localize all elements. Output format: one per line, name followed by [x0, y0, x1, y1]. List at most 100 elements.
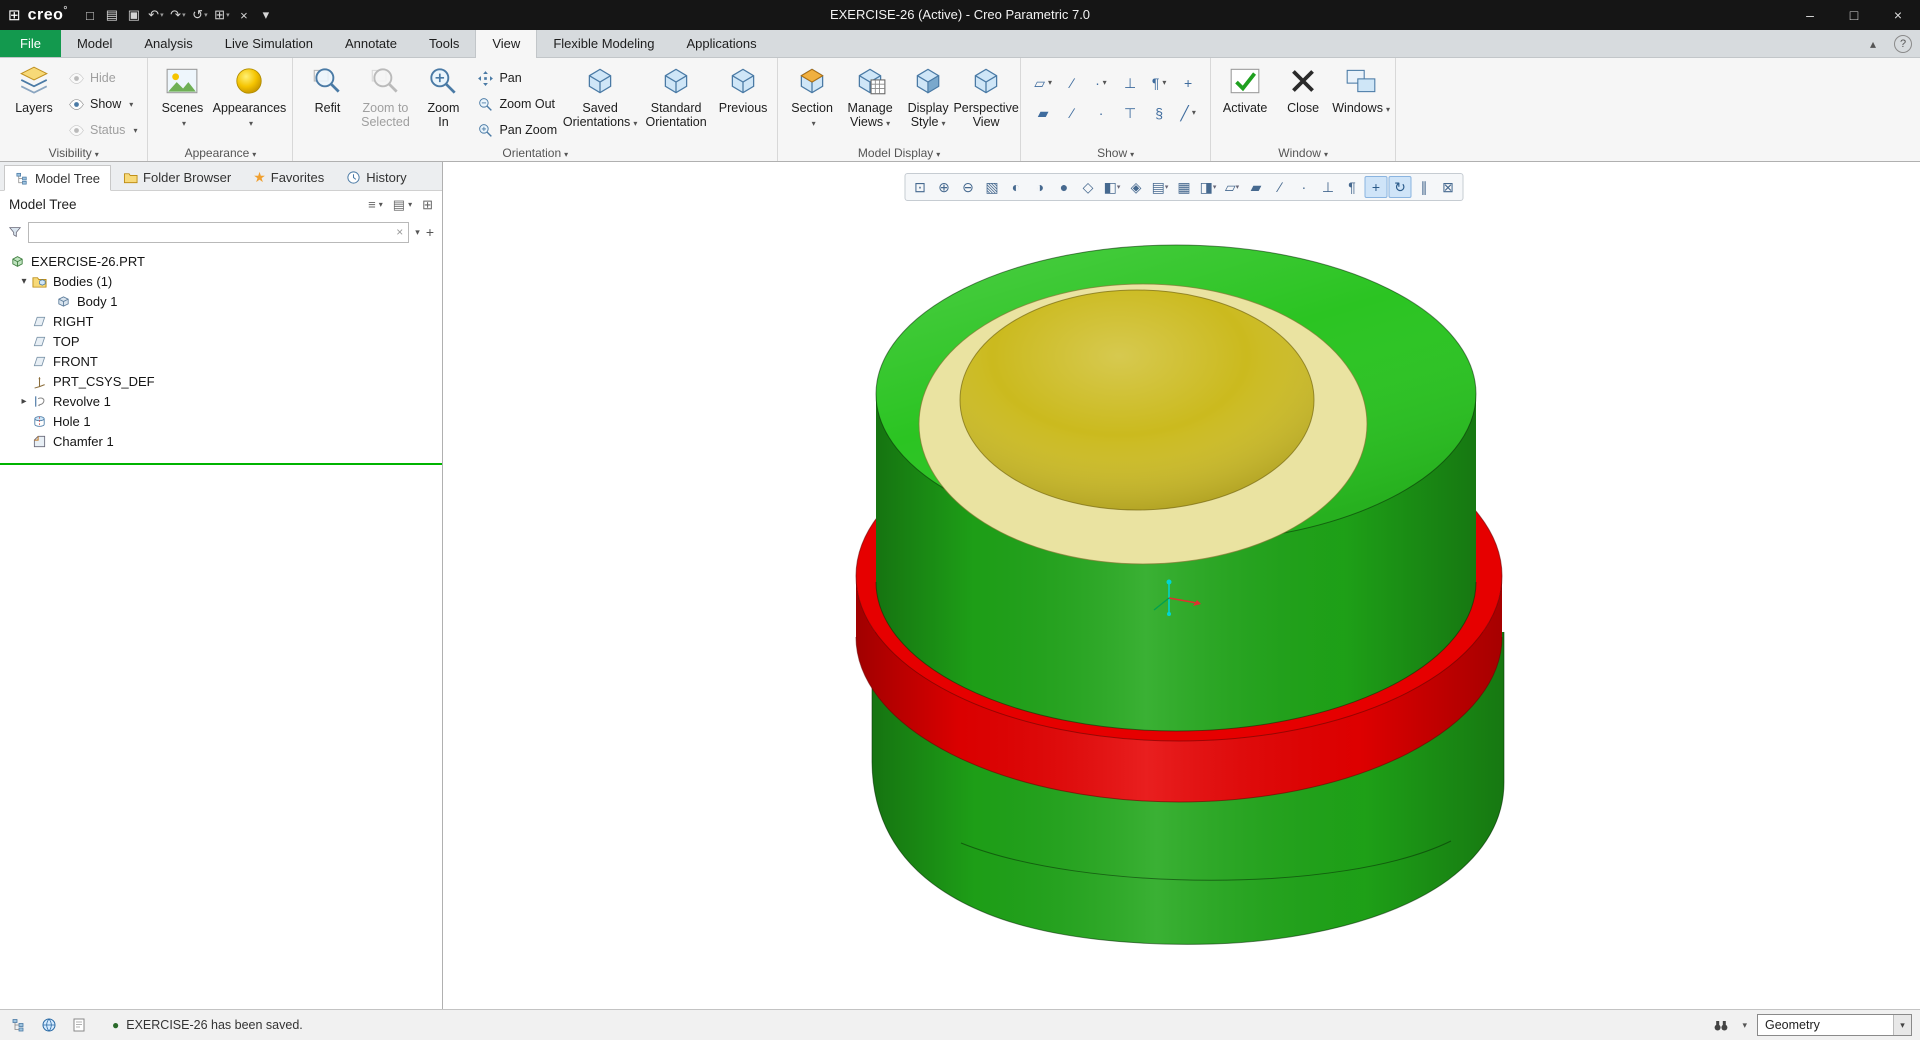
pause-button[interactable]: ∥ [1413, 176, 1436, 198]
axis-display-button[interactable]: ∕ [1059, 69, 1085, 96]
new-file-button[interactable]: □ [80, 3, 100, 27]
zoom-in-button[interactable]: Zoom In [414, 61, 472, 130]
point-tag-display-button[interactable]: · [1088, 99, 1114, 126]
tab-model[interactable]: Model [61, 30, 128, 57]
web-browser-icon[interactable] [38, 1014, 60, 1036]
clear-search-icon[interactable]: × [396, 225, 403, 239]
perspective-button[interactable]: ◈ [1125, 176, 1148, 198]
shade-with-edges-button[interactable]: ◐ [1005, 176, 1028, 198]
spin-center-button[interactable]: + [1175, 69, 1201, 96]
datum-display-filters-button[interactable]: ▱ ▾ [1221, 176, 1244, 198]
view-manager-button[interactable]: ▦ [1173, 176, 1196, 198]
annotation-display-button[interactable]: ¶ ▾ [1146, 69, 1172, 96]
zoom-to-selected-button[interactable]: Zoom to Selected [356, 61, 414, 130]
spin-center-button[interactable]: + [1364, 176, 1388, 198]
tab-annotate[interactable]: Annotate [329, 30, 413, 57]
axis-display-button[interactable]: ∕ [1269, 176, 1292, 198]
tree-display-button[interactable]: ▤ ▾ [393, 197, 412, 213]
tab-folder-browser[interactable]: Folder Browser [113, 164, 241, 190]
help-icon[interactable]: ? [1894, 35, 1912, 53]
tab-model-tree[interactable]: Model Tree [4, 165, 112, 191]
customize-toolbar-button[interactable]: ▾ [256, 3, 276, 27]
repaint-button[interactable]: ▧ [981, 176, 1004, 198]
point-display-button[interactable]: ∙ [1293, 176, 1316, 198]
viewport[interactable]: ⊡ ⊕ ⊖ ▧ ◐ ◑ ● ◇ ◧ ▾ ◈ ▤ ▾ ▦ ◨ ▾ ▱ ▾ ▰ ∕ ∙ ⊥ ¶ + ↻ ∥ ⊠ [443, 162, 1920, 1009]
zoom-in-button[interactable]: ⊕ [933, 176, 956, 198]
tab-tools[interactable]: Tools [413, 30, 475, 57]
shaded-button[interactable]: ● [1053, 176, 1076, 198]
status-button[interactable]: Status ▾ [63, 118, 142, 142]
add-filter-icon[interactable]: + [426, 224, 434, 240]
tab-file[interactable]: File [0, 30, 61, 57]
zoom-out-button[interactable]: ⊖ [957, 176, 980, 198]
tab-history[interactable]: History [336, 164, 416, 190]
search-tool-icon[interactable] [1710, 1014, 1732, 1036]
tab-flexible-modeling[interactable]: Flexible Modeling [537, 30, 670, 57]
close-window-button[interactable]: × [234, 3, 254, 27]
windows-switch-button[interactable]: ⊞ ▾ [212, 3, 232, 27]
pan-button[interactable]: Pan [472, 66, 562, 90]
ribbon-group-label-window[interactable]: Window ▾ [1211, 146, 1395, 160]
search-tool-dropdown-icon[interactable]: ▾ [1742, 1020, 1747, 1031]
tree-settings-button[interactable]: ≡ ▾ [368, 197, 383, 213]
tree-item-right[interactable]: RIGHT [0, 311, 442, 331]
regenerate-button[interactable]: ↺ ▾ [190, 3, 210, 27]
show-button[interactable]: Show ▾ [63, 92, 142, 116]
tree-item-hole-1[interactable]: Hole 1 [0, 411, 442, 431]
plane-display-button[interactable]: ▱ ▾ [1030, 69, 1056, 96]
annotation-display-button[interactable]: ¶ [1341, 176, 1364, 198]
minimize-ribbon-icon[interactable]: ▴ [1864, 35, 1882, 53]
tab-applications[interactable]: Applications [670, 30, 772, 57]
orient-mode-button[interactable]: ↻ [1388, 176, 1412, 198]
tab-live-simulation[interactable]: Live Simulation [209, 30, 329, 57]
standard-orientation-button[interactable]: Standard Orientation [638, 61, 714, 130]
hide-button[interactable]: Hide [63, 66, 142, 90]
tab-analysis[interactable]: Analysis [128, 30, 208, 57]
clip-button[interactable]: ⊠ [1437, 176, 1460, 198]
app-menu-icon[interactable]: ⊞ [8, 6, 21, 24]
point-display-button[interactable]: ∙ ▾ [1088, 69, 1114, 96]
maximize-button[interactable]: □ [1832, 0, 1876, 30]
tree-item-bodies-1-[interactable]: ▾ Bodies (1) [0, 271, 442, 291]
tree-item-front[interactable]: FRONT [0, 351, 442, 371]
layers-button[interactable]: Layers [5, 61, 63, 115]
saved-orientations-button[interactable]: ▤ ▾ [1149, 176, 1172, 198]
ribbon-group-label-model-display[interactable]: Model Display ▾ [778, 146, 1020, 160]
search-dropdown-icon[interactable]: ▾ [415, 227, 420, 238]
axis-tag-display-button[interactable]: ∕ [1059, 99, 1085, 126]
manage-views-button[interactable]: Manage Views ▾ [841, 61, 899, 130]
scenes-button[interactable]: Scenes ▾ [153, 61, 211, 130]
section-button[interactable]: ◨ ▾ [1197, 176, 1220, 198]
tree-item-chamfer-1[interactable]: Chamfer 1 [0, 431, 442, 451]
display-style-button[interactable]: Display Style ▾ [899, 61, 957, 130]
saved-orientations-button[interactable]: Saved Orientations ▾ [562, 61, 638, 130]
csys-display-button[interactable]: ⊥ [1317, 176, 1340, 198]
expander-icon[interactable]: ▾ [16, 276, 32, 287]
minimize-button[interactable]: – [1788, 0, 1832, 30]
note-display-button[interactable]: § [1146, 99, 1172, 126]
navigator-toggle-icon[interactable] [8, 1014, 30, 1036]
model-canvas[interactable] [443, 162, 1920, 1009]
refit-button[interactable]: ⊡ [909, 176, 932, 198]
tree-expand-all-button[interactable]: ⊞ [422, 197, 433, 213]
activate-button[interactable]: Activate [1216, 61, 1274, 115]
display-style-button[interactable]: ◧ ▾ [1101, 176, 1124, 198]
close-button[interactable]: × [1876, 0, 1920, 30]
close-button[interactable]: Close [1274, 61, 1332, 115]
pan-zoom-button[interactable]: Pan Zoom [472, 118, 562, 142]
tree-item-body-1[interactable]: Body 1 [0, 291, 442, 311]
previous-button[interactable]: Previous [714, 61, 772, 115]
plane-display-button[interactable]: ▰ [1245, 176, 1268, 198]
windows-button[interactable]: Windows ▾ [1332, 61, 1390, 115]
model-part-exercise-26[interactable] [855, 244, 1505, 945]
redo-button[interactable]: ↷ ▾ [168, 3, 188, 27]
ribbon-group-label-orientation[interactable]: Orientation ▾ [293, 146, 777, 160]
tree-item-exercise-26-prt[interactable]: EXERCISE-26.PRT [0, 251, 442, 271]
save-button[interactable]: ▣ [124, 3, 144, 27]
tab-view[interactable]: View [475, 30, 538, 58]
tree-item-revolve-1[interactable]: ▸ Revolve 1 [0, 391, 442, 411]
combobox-dropdown-icon[interactable]: ▾ [1893, 1015, 1911, 1035]
plane-tag-display-button[interactable]: ▰ [1030, 99, 1056, 126]
notification-log-icon[interactable] [68, 1014, 90, 1036]
open-file-button[interactable]: ▤ [102, 3, 122, 27]
